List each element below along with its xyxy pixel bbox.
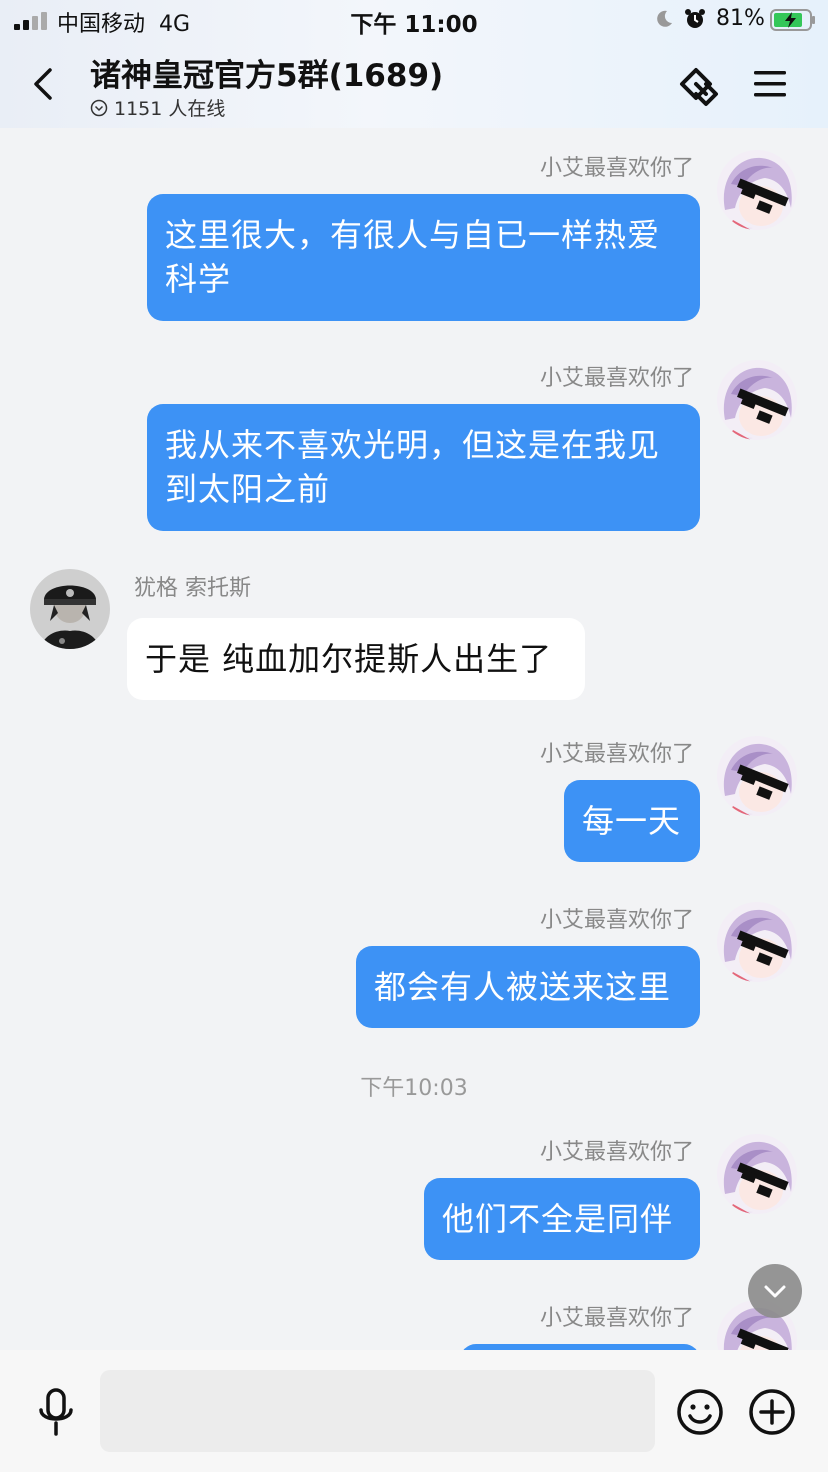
sender-name: 小艾最喜欢你了 — [539, 156, 694, 181]
message-bubble[interactable]: 都会有人被送来这里 — [356, 946, 700, 1028]
alarm-icon — [685, 9, 705, 28]
input-bar — [0, 1350, 828, 1472]
scroll-to-bottom-button[interactable] — [748, 1264, 802, 1318]
mic-icon[interactable] — [36, 1388, 76, 1436]
sender-name: 小艾最喜欢你了 — [539, 366, 694, 391]
status-bar: 中国移动 4G 下午 11:00 81% — [0, 0, 828, 42]
sender-name: 小艾最喜欢你了 — [539, 742, 694, 767]
menu-icon[interactable] — [752, 68, 788, 100]
chat-header: 诸神皇冠官方5群(1689) 1151 人在线 — [0, 42, 828, 128]
sender-name: 犹格 索托斯 — [134, 576, 251, 601]
chevron-down-icon — [764, 1285, 786, 1298]
avatar[interactable] — [717, 902, 797, 982]
message-bubble[interactable]: 于是 纯血加尔提斯人出生了 — [127, 618, 585, 700]
sender-name: 小艾最喜欢你了 — [539, 1306, 694, 1331]
avatar[interactable] — [717, 360, 797, 440]
avatar[interactable] — [717, 150, 797, 230]
sender-name: 小艾最喜欢你了 — [539, 1140, 694, 1165]
group-title[interactable]: 诸神皇冠官方5群(1689) — [90, 50, 443, 95]
share-icon[interactable] — [676, 62, 726, 108]
moon-icon — [657, 10, 672, 27]
timestamp-separator: 下午10:03 — [360, 1076, 468, 1101]
back-icon[interactable] — [28, 64, 58, 104]
message-bubble[interactable]: 他们不全是同伴 — [424, 1178, 700, 1260]
message-input[interactable] — [100, 1370, 655, 1452]
plus-icon[interactable] — [748, 1388, 796, 1436]
avatar[interactable] — [717, 1134, 797, 1214]
chevron-circle-icon — [90, 99, 108, 116]
message-bubble[interactable]: 这里很大，有很人与自已一样热爱科学 — [147, 194, 700, 321]
avatar[interactable] — [717, 736, 797, 816]
sender-name: 小艾最喜欢你了 — [539, 908, 694, 933]
avatar[interactable] — [30, 569, 110, 649]
battery-percent: 81% — [716, 6, 765, 31]
message-list[interactable]: 小艾最喜欢你了 这里很大，有很人与自已一样热爱科学 小艾最喜欢你了 我从来不喜欢… — [0, 128, 828, 1350]
emoji-icon[interactable] — [676, 1388, 724, 1436]
message-bubble[interactable]: 我从来不喜欢光明，但这是在我见到太阳之前 — [147, 404, 700, 531]
battery-charging-icon — [770, 9, 815, 31]
online-count: 1151 人在线 — [90, 94, 225, 121]
message-bubble[interactable]: 每一天 — [564, 780, 700, 862]
